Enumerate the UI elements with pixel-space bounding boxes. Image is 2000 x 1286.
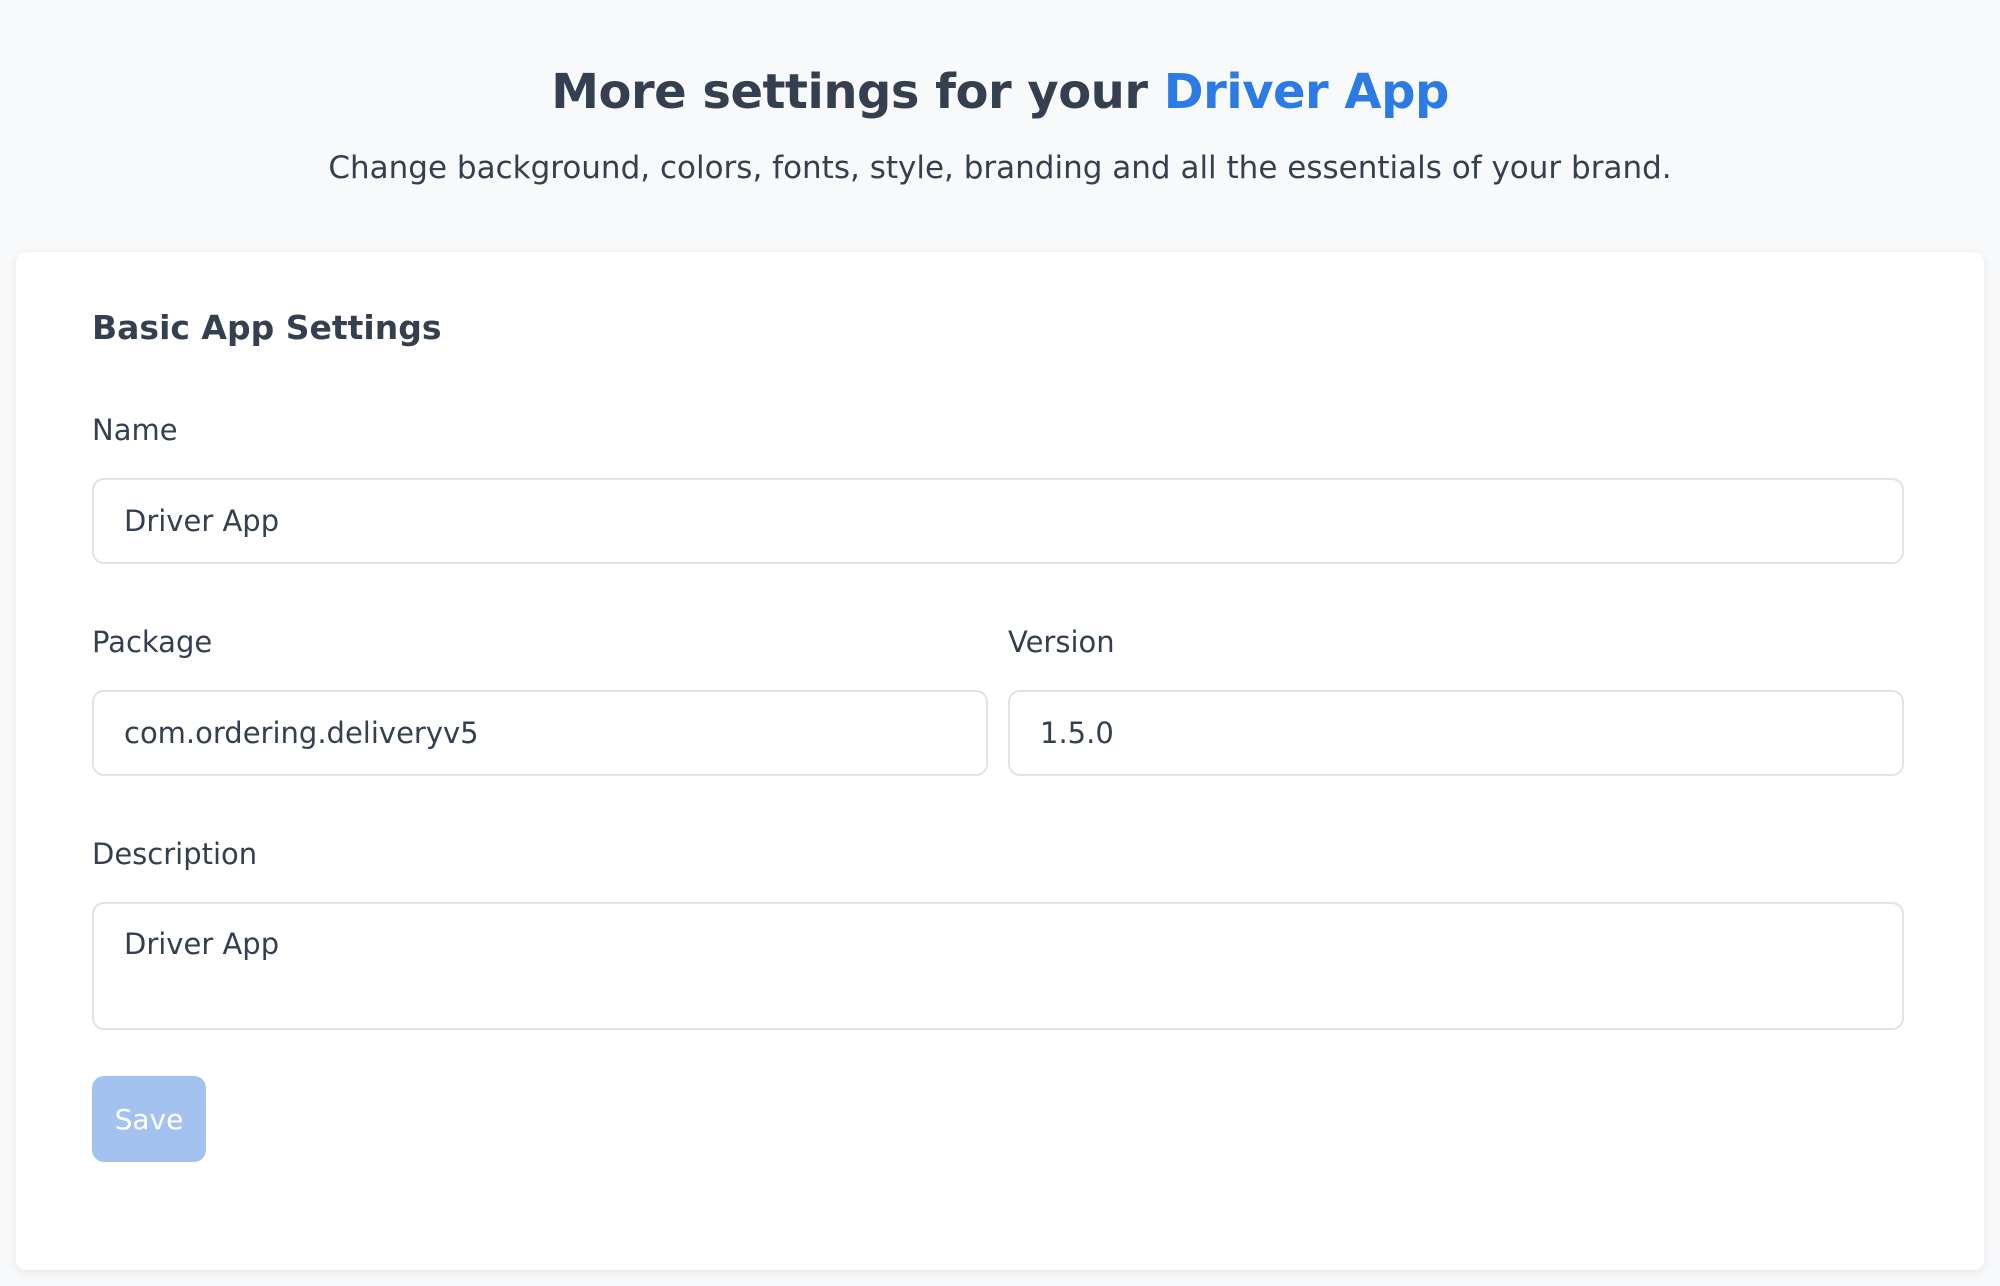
page-title-accent: Driver App [1163,64,1450,120]
page-title-prefix: More settings for your [551,64,1148,120]
name-label: Name [92,413,178,447]
description-textarea[interactable]: Driver App [92,902,1904,1030]
version-input[interactable] [1008,690,1904,776]
page-subtitle: Change background, colors, fonts, style,… [328,150,1672,186]
package-label: Package [92,625,213,659]
description-label: Description [92,837,258,871]
save-button[interactable]: Save [92,1076,206,1162]
card-title: Basic App Settings [92,308,442,347]
page-title: More settings for your Driver App [0,62,2000,122]
package-input[interactable] [92,690,988,776]
basic-app-settings-card: Basic App Settings Name Package Version … [16,252,1984,1270]
version-label: Version [1008,625,1115,659]
name-input[interactable] [92,478,1904,564]
